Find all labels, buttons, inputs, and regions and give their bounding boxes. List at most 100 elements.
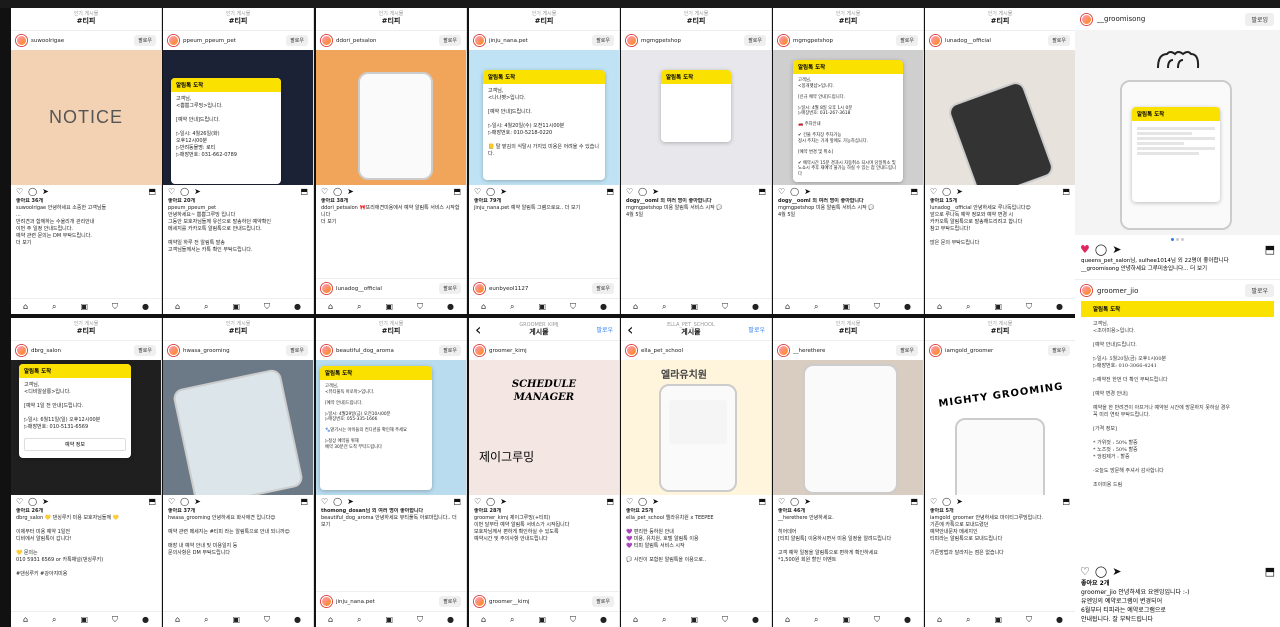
share-icon[interactable]: ➤: [652, 187, 659, 196]
bookmark-icon[interactable]: ⬒: [1265, 243, 1275, 256]
username[interactable]: __herethere: [793, 348, 892, 354]
heart-outline-icon[interactable]: ♡: [16, 187, 23, 196]
follow-link[interactable]: 팔로우: [596, 325, 613, 334]
search-icon[interactable]: ⌕: [814, 302, 818, 312]
share-icon[interactable]: ➤: [347, 497, 354, 506]
follow-button[interactable]: 팔로우: [286, 345, 308, 356]
heart-outline-icon[interactable]: ♡: [168, 497, 175, 506]
avatar[interactable]: [321, 345, 332, 356]
follow-button[interactable]: 팔로우: [744, 35, 766, 46]
follow-button[interactable]: 팔로우: [439, 283, 461, 294]
share-icon[interactable]: ➤: [42, 187, 49, 196]
reels-icon[interactable]: ▣: [842, 302, 850, 311]
profile-icon[interactable]: ●: [294, 302, 301, 311]
follow-button[interactable]: 팔로우: [896, 345, 918, 356]
bookmark-icon[interactable]: ⬒: [1062, 187, 1070, 196]
username[interactable]: iamgold_groomer: [945, 348, 1044, 354]
avatar[interactable]: [778, 345, 789, 356]
search-icon[interactable]: ⌕: [52, 615, 56, 625]
profile-icon[interactable]: ●: [904, 302, 911, 311]
comment-icon[interactable]: ◯: [486, 497, 495, 506]
profile-icon[interactable]: ●: [447, 302, 454, 311]
username[interactable]: lunadog__official: [336, 286, 435, 292]
shop-icon[interactable]: ⛉: [417, 615, 423, 625]
home-icon[interactable]: ⌂: [481, 615, 486, 624]
follow-button[interactable]: 팔로우: [592, 35, 614, 46]
comment-icon[interactable]: ◯: [28, 187, 37, 196]
comment-icon[interactable]: ◯: [790, 497, 799, 506]
bookmark-icon[interactable]: ⬒: [148, 497, 156, 506]
share-icon[interactable]: ➤: [804, 187, 811, 196]
comment-icon[interactable]: ◯: [638, 187, 647, 196]
share-icon[interactable]: ➤: [1112, 565, 1121, 578]
heart-outline-icon[interactable]: ♡: [321, 187, 328, 196]
shop-icon[interactable]: ⛉: [722, 302, 728, 312]
home-icon[interactable]: ⌂: [785, 615, 790, 624]
username[interactable]: lunadog__official: [945, 38, 1044, 44]
share-icon[interactable]: ➤: [194, 187, 201, 196]
share-icon[interactable]: ➤: [500, 497, 507, 506]
message-button[interactable]: 예약 정보: [24, 438, 126, 451]
home-icon[interactable]: ⌂: [937, 615, 942, 624]
comment-icon[interactable]: ◯: [333, 497, 342, 506]
profile-icon[interactable]: ●: [142, 302, 149, 311]
heart-outline-icon[interactable]: ♡: [778, 187, 785, 196]
comment-icon[interactable]: ◯: [28, 497, 37, 506]
home-icon[interactable]: ⌂: [175, 302, 180, 311]
share-icon[interactable]: ➤: [1112, 243, 1121, 256]
bookmark-icon[interactable]: ⬒: [148, 187, 156, 196]
profile-icon[interactable]: ●: [752, 302, 759, 311]
reels-icon[interactable]: ▣: [385, 615, 393, 624]
search-icon[interactable]: ⌕: [357, 302, 361, 312]
username[interactable]: suwoolrigae: [31, 38, 130, 44]
comment-icon[interactable]: ◯: [486, 187, 495, 196]
shop-icon[interactable]: ⛉: [264, 302, 270, 312]
bookmark-icon[interactable]: ⬒: [300, 187, 308, 196]
shop-icon[interactable]: ⛉: [112, 615, 118, 625]
bookmark-icon[interactable]: ⬒: [1062, 497, 1070, 506]
username[interactable]: groomer_jio: [1097, 287, 1240, 295]
username[interactable]: beautiful_dog_aroma: [336, 348, 435, 354]
username[interactable]: mgmgpetshop: [793, 38, 892, 44]
bookmark-icon[interactable]: ⬒: [606, 497, 614, 506]
reels-icon[interactable]: ▣: [690, 302, 698, 311]
heart-outline-icon[interactable]: ♡: [168, 187, 175, 196]
heart-outline-icon[interactable]: ♡: [474, 497, 481, 506]
heart-outline-icon[interactable]: ♡: [16, 497, 23, 506]
bookmark-icon[interactable]: ⬒: [606, 187, 614, 196]
search-icon[interactable]: ⌕: [510, 302, 514, 312]
profile-icon[interactable]: ●: [600, 302, 607, 311]
following-button[interactable]: 팔로잉: [1245, 12, 1274, 26]
avatar[interactable]: [474, 283, 485, 294]
shop-icon[interactable]: ⛉: [1026, 302, 1032, 312]
username[interactable]: jinju_nana.pet: [489, 38, 588, 44]
search-icon[interactable]: ⌕: [966, 302, 970, 312]
avatar[interactable]: [1081, 285, 1092, 296]
reels-icon[interactable]: ▣: [232, 302, 240, 311]
follow-button[interactable]: 팔로우: [592, 596, 614, 607]
bookmark-icon[interactable]: ⬒: [300, 497, 308, 506]
share-icon[interactable]: ➤: [804, 497, 811, 506]
username[interactable]: dbrg_salon: [31, 348, 130, 354]
reels-icon[interactable]: ▣: [80, 615, 88, 624]
follow-button[interactable]: 팔로우: [1048, 35, 1070, 46]
heart-outline-icon[interactable]: ♡: [930, 497, 937, 506]
username[interactable]: ella_pet_school: [641, 348, 766, 354]
comment-icon[interactable]: ◯: [333, 187, 342, 196]
username[interactable]: groomer_kimj: [489, 348, 614, 354]
reels-icon[interactable]: ▣: [994, 615, 1002, 624]
profile-icon[interactable]: ●: [600, 615, 607, 624]
reels-icon[interactable]: ▣: [690, 615, 698, 624]
avatar[interactable]: [778, 35, 789, 46]
follow-link[interactable]: 팔로우: [748, 325, 765, 334]
username[interactable]: ppeum_ppeum_pet: [183, 38, 282, 44]
home-icon[interactable]: ⌂: [328, 302, 333, 311]
search-icon[interactable]: ⌕: [814, 615, 818, 625]
shop-icon[interactable]: ⛉: [264, 615, 270, 625]
bookmark-icon[interactable]: ⬒: [758, 187, 766, 196]
share-icon[interactable]: ➤: [652, 497, 659, 506]
follow-button[interactable]: 팔로우: [1048, 345, 1070, 356]
avatar[interactable]: [321, 596, 332, 607]
avatar[interactable]: [930, 345, 941, 356]
follow-button[interactable]: 팔로우: [439, 345, 461, 356]
